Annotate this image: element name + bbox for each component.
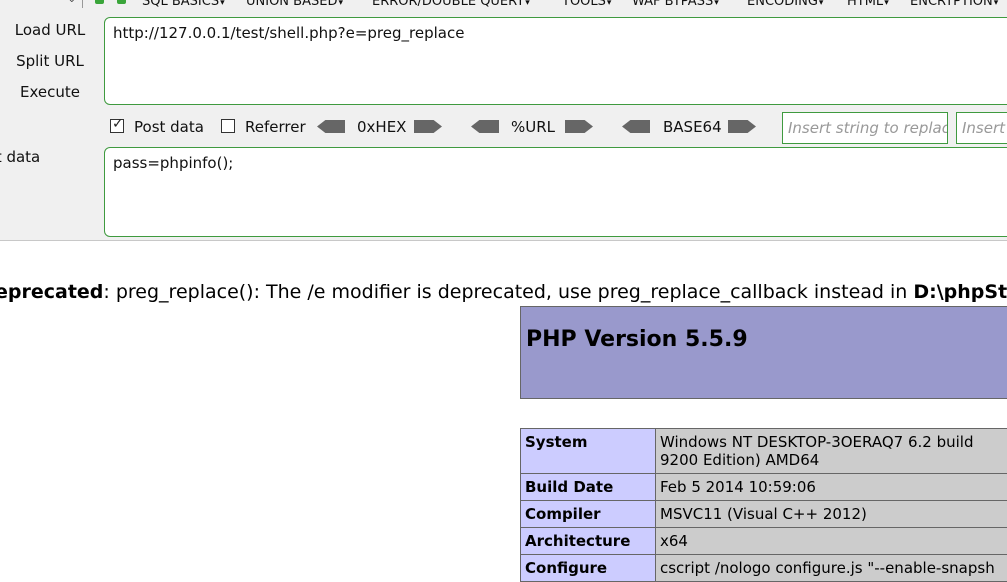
mode-select[interactable]: ⌄: [0, 0, 83, 8]
add-icon[interactable]: [117, 0, 126, 4]
info-key: Build Date: [521, 474, 656, 501]
base64-decode-arrow-icon[interactable]: [622, 120, 650, 133]
hex-decode-arrow-icon[interactable]: [317, 120, 345, 133]
deprecation-warning: eprecated: preg_replace(): The /e modifi…: [0, 281, 1007, 303]
table-row: Configure cscript /nologo configure.js "…: [521, 555, 1007, 582]
menu-html[interactable]: HTML: [847, 0, 889, 9]
options-row: ✓ Post data Referrer 0xHEX %URL BASE64 I…: [0, 112, 1007, 142]
deprecated-path: D:\phpStu: [913, 281, 1007, 303]
replace-with-input[interactable]: Insert: [956, 112, 1007, 144]
menu-union-based[interactable]: UNION BASED: [246, 0, 343, 9]
info-key: Configure: [521, 555, 656, 582]
hackbar-panel: ⌄ SQL BASICS UNION BASED ERROR/DOUBLE QU…: [0, 0, 1007, 241]
phpinfo-table: System Windows NT DESKTOP-3OERAQ7 6.2 bu…: [520, 428, 1007, 582]
post-data-checkbox[interactable]: ✓: [110, 119, 124, 133]
split-url-button[interactable]: Split URL: [10, 52, 90, 70]
referrer-checkbox[interactable]: [221, 119, 235, 133]
menu-sql-basics[interactable]: SQL BASICS: [142, 0, 225, 9]
post-data-label: Post data: [134, 118, 204, 136]
remove-icon[interactable]: [95, 0, 104, 4]
replace-string-input[interactable]: Insert string to replace: [782, 112, 948, 144]
table-row: System Windows NT DESKTOP-3OERAQ7 6.2 bu…: [521, 429, 1007, 474]
post-data-section-label: st data: [0, 148, 40, 166]
info-key: Architecture: [521, 528, 656, 555]
url-encode-label: %URL: [511, 118, 555, 136]
table-row: Build Date Feb 5 2014 10:59:06: [521, 474, 1007, 501]
php-version-title: PHP Version 5.5.9: [526, 327, 748, 352]
info-value: x64: [656, 528, 1007, 555]
load-url-button[interactable]: Load URL: [10, 21, 90, 39]
info-value: Windows NT DESKTOP-3OERAQ7 6.2 build 920…: [656, 429, 1007, 474]
hackbar-menubar: ⌄ SQL BASICS UNION BASED ERROR/DOUBLE QU…: [0, 0, 1007, 10]
menu-tools[interactable]: TOOLS: [562, 0, 611, 9]
table-row: Architecture x64: [521, 528, 1007, 555]
hex-label: 0xHEX: [357, 118, 406, 136]
table-row: Compiler MSVC11 (Visual C++ 2012): [521, 501, 1007, 528]
base64-label: BASE64: [663, 118, 722, 136]
chevron-down-icon: ⌄: [68, 0, 76, 5]
deprecated-label: eprecated: [0, 281, 103, 303]
menu-waf-bypass[interactable]: WAF BYPASS: [632, 0, 719, 9]
post-data-textarea[interactable]: pass=phpinfo();: [104, 147, 1007, 237]
hex-encode-arrow-icon[interactable]: [414, 120, 442, 133]
url-encode-arrow-icon[interactable]: [565, 120, 593, 133]
referrer-label: Referrer: [245, 118, 306, 136]
menu-encryption[interactable]: ENCRYPTION: [910, 0, 998, 9]
info-value: MSVC11 (Visual C++ 2012): [656, 501, 1007, 528]
check-icon: ✓: [112, 116, 124, 132]
php-version-header: PHP Version 5.5.9: [520, 306, 1007, 399]
deprecated-message: : preg_replace(): The /e modifier is dep…: [103, 281, 913, 303]
menu-error-double-query[interactable]: ERROR/DOUBLE QUERY: [372, 0, 530, 9]
info-value: cscript /nologo configure.js "--enable-s…: [656, 555, 1007, 582]
base64-encode-arrow-icon[interactable]: [728, 120, 756, 133]
execute-button[interactable]: Execute: [10, 83, 90, 101]
info-key: System: [521, 429, 656, 474]
url-textarea[interactable]: http://127.0.0.1/test/shell.php?e=preg_r…: [104, 17, 1007, 105]
url-decode-arrow-icon[interactable]: [471, 120, 499, 133]
info-key: Compiler: [521, 501, 656, 528]
info-value: Feb 5 2014 10:59:06: [656, 474, 1007, 501]
menu-encoding[interactable]: ENCODING: [747, 0, 823, 9]
